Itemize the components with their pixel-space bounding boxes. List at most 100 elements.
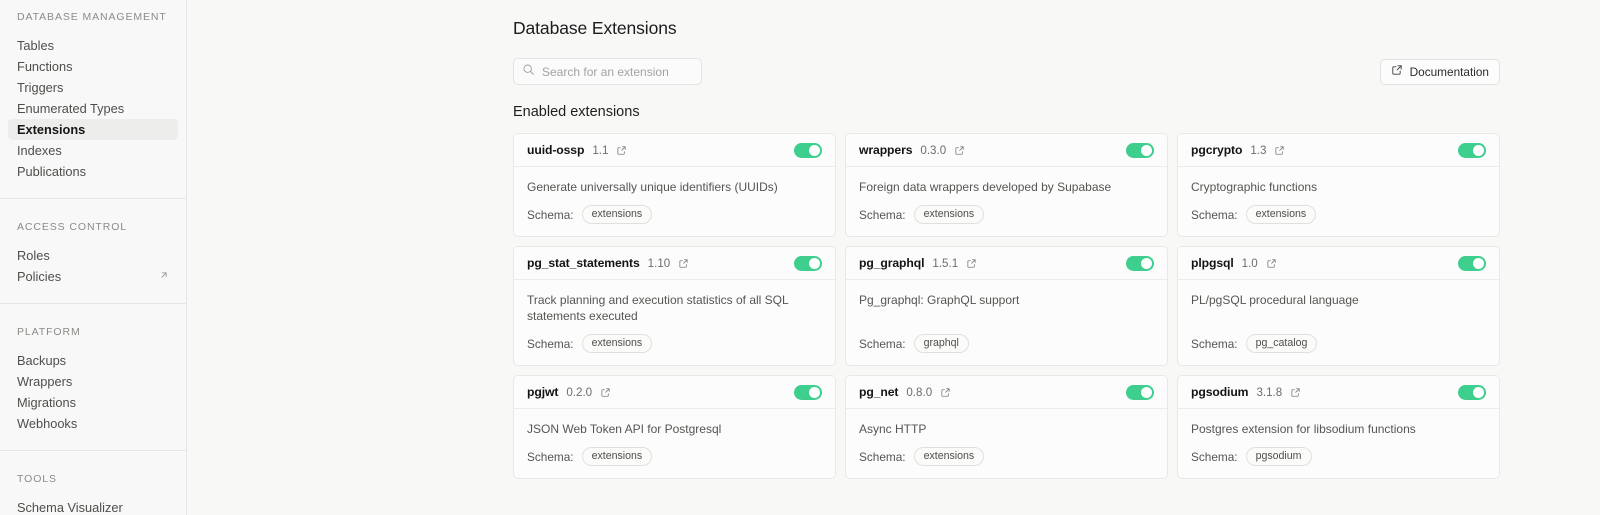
extension-description: PL/pgSQL procedural language <box>1191 293 1359 307</box>
sidebar: DATABASE MANAGEMENT Tables Functions Trigge… <box>0 0 187 515</box>
sidebar-item-policies[interactable]: Policies <box>8 266 178 287</box>
schema-label: Schema: <box>1191 207 1238 222</box>
toolbar: Documentation <box>513 58 1500 85</box>
search-input-wrapper[interactable] <box>513 58 702 85</box>
extension-identity: pgcrypto 1.3 <box>1191 143 1285 157</box>
extension-schema-row: Schema: extensions <box>859 447 1154 466</box>
external-link-arrow-icon <box>159 270 169 283</box>
sidebar-item-wrappers[interactable]: Wrappers <box>8 371 178 392</box>
sidebar-item-migrations[interactable]: Migrations <box>8 392 178 413</box>
sidebar-item-label: Roles <box>17 248 50 263</box>
external-link-icon[interactable] <box>1290 387 1301 398</box>
sidebar-item-label: Functions <box>17 59 73 74</box>
extension-identity: pgsodium 3.1.8 <box>1191 385 1301 399</box>
extension-version: 1.3 <box>1250 144 1267 157</box>
sidebar-item-functions[interactable]: Functions <box>8 56 178 77</box>
extension-description: Cryptographic functions <box>1191 180 1318 194</box>
extension-name: plpgsql <box>1191 256 1234 270</box>
extension-card: pgcrypto 1.3 Cryptographic functions Schema… <box>1177 133 1500 237</box>
external-link-icon[interactable] <box>616 145 627 156</box>
toggle-knob <box>1473 144 1484 156</box>
extension-card: pgsodium 3.1.8 Postgres extension for libs… <box>1177 375 1500 479</box>
sidebar-item-tables[interactable]: Tables <box>8 35 178 56</box>
external-link-icon[interactable] <box>1266 258 1277 269</box>
extension-card-header: wrappers 0.3.0 <box>846 134 1167 167</box>
sidebar-group-title: PLATFORM <box>17 326 81 338</box>
sidebar-item-label: Wrappers <box>17 374 73 389</box>
sidebar-item-label: Policies <box>17 269 62 284</box>
sidebar-group: ACCESS CONTROL Roles Policies <box>0 221 186 287</box>
sidebar-item-webhooks[interactable]: Webhooks <box>8 413 178 434</box>
sidebar-item-extensions[interactable]: Extensions <box>8 119 178 140</box>
extension-enabled-toggle[interactable] <box>1458 142 1486 158</box>
sidebar-item-publications[interactable]: Publications <box>8 161 178 182</box>
extension-identity: pg_net 0.8.0 <box>859 385 951 399</box>
external-link-icon[interactable] <box>954 145 965 156</box>
sidebar-item-schema-visualizer[interactable]: Schema Visualizer <box>8 497 178 515</box>
extension-schema-row: Schema: extensions <box>859 205 1154 224</box>
sidebar-item-label: Migrations <box>17 395 77 410</box>
toggle-knob <box>809 144 820 156</box>
extension-schema-row: Schema: pg_catalog <box>1191 334 1486 353</box>
extension-enabled-toggle[interactable] <box>794 255 822 271</box>
extension-version: 1.10 <box>647 257 671 270</box>
sidebar-item-indexes[interactable]: Indexes <box>8 140 178 161</box>
extension-enabled-toggle[interactable] <box>1458 255 1486 271</box>
schema-label: Schema: <box>859 207 906 222</box>
schema-badge: extensions <box>581 205 653 224</box>
extension-card: pgjwt 0.2.0 JSON Web Token API for Postgre… <box>513 375 836 479</box>
external-link-icon[interactable] <box>600 387 611 398</box>
sidebar-item-label: Backups <box>17 353 67 368</box>
extension-name: uuid-ossp <box>527 143 585 157</box>
extension-enabled-toggle[interactable] <box>1126 255 1154 271</box>
documentation-button[interactable]: Documentation <box>1379 58 1500 85</box>
sidebar-group: PLATFORM Backups Wrappers Migrations Webhook… <box>0 326 186 434</box>
extension-description: Track planning and execution statistics … <box>527 293 789 323</box>
sidebar-item-label: Webhooks <box>17 416 78 431</box>
schema-label: Schema: <box>1191 449 1238 464</box>
sidebar-item-backups[interactable]: Backups <box>8 350 178 371</box>
extension-card: plpgsql 1.0 PL/pgSQL procedural language Sc… <box>1177 246 1500 366</box>
extension-enabled-toggle[interactable] <box>1126 384 1154 400</box>
extension-enabled-toggle[interactable] <box>794 142 822 158</box>
external-link-icon[interactable] <box>678 258 689 269</box>
sidebar-item-label: Schema Visualizer <box>17 500 123 515</box>
enabled-extensions-heading: Enabled extensions <box>513 104 640 120</box>
extension-name: pgsodium <box>1191 385 1249 399</box>
extension-card-body: Pg_graphql: GraphQL support Schema: graphq… <box>846 280 1167 365</box>
extension-enabled-toggle[interactable] <box>1458 384 1486 400</box>
external-link-icon[interactable] <box>966 258 977 269</box>
main-content: Database Extensions Search for an extens… <box>187 0 1600 515</box>
toggle-knob <box>1473 386 1484 398</box>
extension-schema-row: Schema: extensions <box>527 205 822 224</box>
sidebar-item-triggers[interactable]: Triggers <box>8 77 178 98</box>
sidebar-item-label: Extensions <box>17 122 86 137</box>
schema-badge: extensions <box>913 447 985 466</box>
extension-version: 1.1 <box>592 144 609 157</box>
extension-card-body: Generate universally unique identifiers … <box>514 167 835 236</box>
schema-badge: graphql <box>913 334 969 353</box>
sidebar-item-roles[interactable]: Roles <box>8 245 178 266</box>
schema-label: Schema: <box>527 336 574 351</box>
external-link-icon[interactable] <box>1274 145 1285 156</box>
schema-label: Schema: <box>859 336 906 351</box>
extension-enabled-toggle[interactable] <box>794 384 822 400</box>
extension-card-header: pg_stat_statements 1.10 <box>514 247 835 280</box>
extension-enabled-toggle[interactable] <box>1126 142 1154 158</box>
sidebar-item-enumerated-types[interactable]: Enumerated Types <box>8 98 178 119</box>
extension-card-body: Cryptographic functions Schema: extensions <box>1178 167 1499 236</box>
toggle-knob <box>809 386 820 398</box>
extension-description: JSON Web Token API for Postgresql <box>527 422 722 436</box>
sidebar-group-title: TOOLS <box>17 473 57 485</box>
extension-version: 0.8.0 <box>906 386 933 399</box>
schema-badge: extensions <box>581 447 653 466</box>
extensions-grid: uuid-ossp 1.1 Generate universally unique … <box>513 133 1500 479</box>
extension-schema-row: Schema: pgsodium <box>1191 447 1486 466</box>
extension-description: Postgres extension for libsodium functio… <box>1191 422 1416 436</box>
schema-label: Schema: <box>527 449 574 464</box>
extension-description: Pg_graphql: GraphQL support <box>859 293 1020 307</box>
toggle-knob <box>1141 386 1152 398</box>
search-input[interactable] <box>542 64 693 79</box>
external-link-icon[interactable] <box>940 387 951 398</box>
extension-name: pg_graphql <box>859 256 925 270</box>
